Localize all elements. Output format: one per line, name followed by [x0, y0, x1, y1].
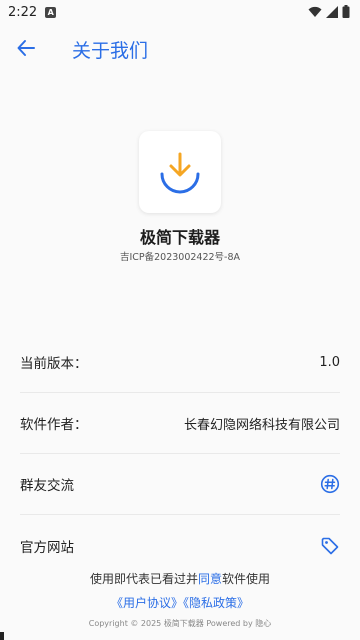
agree-link[interactable]: 同意 [198, 572, 222, 586]
battery-icon [342, 5, 350, 18]
notice-suffix: 软件使用 [222, 572, 271, 586]
version-row: 当前版本： 1.0 [20, 332, 340, 393]
arrow-left-icon [17, 40, 35, 56]
website-row[interactable]: 官方网站 [20, 515, 340, 576]
notification-a-icon: A [45, 6, 57, 18]
user-agreement-link[interactable]: 《用户协议》 [111, 596, 183, 610]
download-icon [160, 152, 200, 194]
app-name: 极简下载器 [139, 228, 220, 247]
status-time: 2:22 [8, 4, 38, 20]
group-chat-row[interactable]: 群友交流 [20, 454, 340, 515]
website-label: 官方网站 [20, 539, 74, 556]
author-value: 长春幻隐网络科技有限公司 [183, 417, 340, 433]
tag-icon[interactable] [320, 536, 340, 556]
status-icons [308, 5, 350, 18]
wifi-icon [308, 6, 322, 17]
agreement-notice: 使用即代表已看过并同意软件使用 [0, 570, 360, 587]
app-bar: 关于我们 [0, 24, 360, 72]
chat-hashtag-icon[interactable] [320, 474, 340, 494]
app-logo [139, 131, 221, 213]
page-title: 关于我们 [72, 40, 149, 62]
back-button[interactable] [14, 36, 38, 60]
author-row: 软件作者： 长春幻隐网络科技有限公司 [20, 393, 340, 454]
copyright: Copyright © 2025 极简下载器 Powered by 隐心 [88, 619, 272, 628]
corner-mark [0, 632, 4, 640]
signal-icon [326, 5, 338, 18]
privacy-policy-link[interactable]: 《隐私政策》 [183, 596, 249, 610]
info-list: 当前版本： 1.0 软件作者： 长春幻隐网络科技有限公司 群友交流 官方网站 [20, 332, 340, 576]
notice-prefix: 使用即代表已看过并 [89, 572, 198, 586]
status-bar: 2:22 A [0, 0, 360, 24]
version-value: 1.0 [319, 354, 340, 370]
author-label: 软件作者： [20, 417, 88, 433]
version-label: 当前版本： [20, 356, 88, 372]
group-chat-label: 群友交流 [20, 478, 74, 494]
policy-links: 《用户协议》《隐私政策》 [0, 594, 360, 611]
icp-number: 吉ICP备2023002422号-8A [119, 252, 241, 263]
